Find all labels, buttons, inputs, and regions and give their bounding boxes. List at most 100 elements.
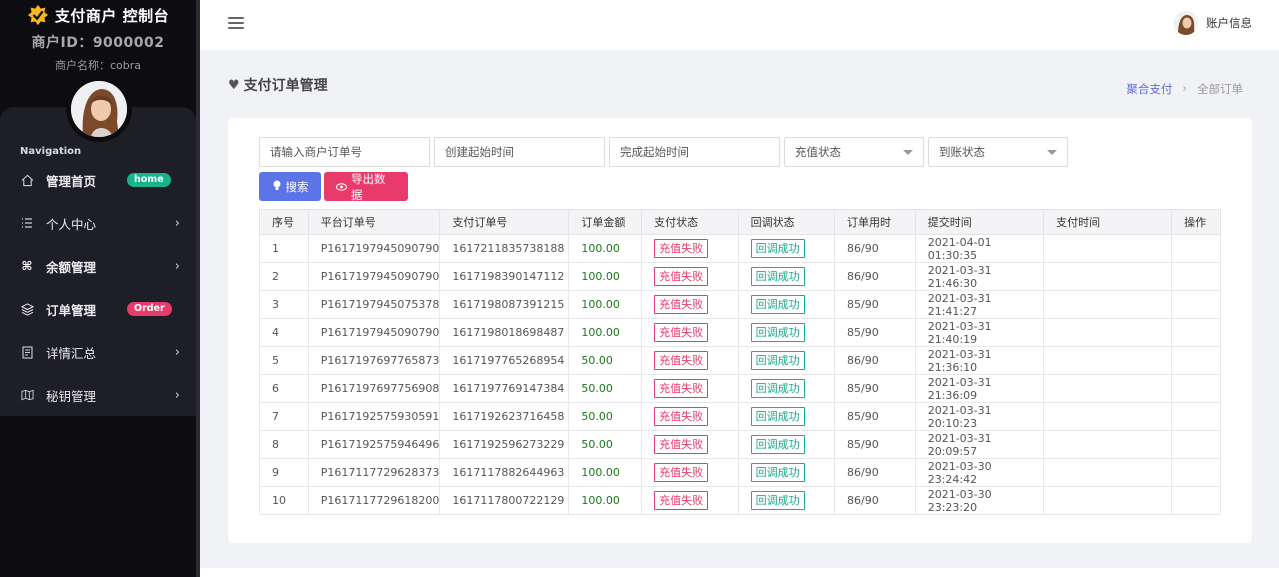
sidebar-item-orders[interactable]: 订单管理 Order xyxy=(0,289,196,329)
pay-time xyxy=(1043,290,1173,319)
breadcrumb-parent-link[interactable]: 聚合支付 xyxy=(1126,81,1172,97)
page-title: ♥ 支付订单管理 xyxy=(228,75,328,95)
actions-cell[interactable] xyxy=(1171,262,1221,291)
row-index: 2 xyxy=(259,262,309,291)
platform-order-no: P1617192575930591 xyxy=(307,402,441,431)
actions-cell[interactable] xyxy=(1171,234,1221,263)
platform-order-no: P1617197697756908 xyxy=(307,374,441,403)
avatar-portrait-icon xyxy=(1174,11,1198,35)
sidebar-avatar[interactable] xyxy=(66,76,132,142)
order-duration: 85/90 xyxy=(834,290,916,319)
account-menu[interactable]: 账户信息 xyxy=(1174,11,1252,35)
search-button-label: 搜索 xyxy=(285,179,309,194)
heart-icon: ♥ xyxy=(228,77,240,93)
row-index: 4 xyxy=(259,318,309,347)
order-amount: 50.00 xyxy=(568,430,643,459)
sidebar-item-label: 个人中心 xyxy=(46,216,97,232)
merchant-name: 商户名称：cobra xyxy=(54,59,142,72)
table-row[interactable]: 4 P1617197945090790 1617198018698487 100.00… xyxy=(259,318,1221,347)
payment-status: 充值失败 xyxy=(641,234,739,263)
callback-status: 回调成功 xyxy=(737,374,836,403)
table-header-row: 序号 平台订单号 支付订单号 订单金额 支付状态 回调状态 订单用时 提交时间 支付时间 操作 xyxy=(259,209,1221,235)
callback-status: 回调成功 xyxy=(737,402,836,431)
payment-status-badge: 充值失败 xyxy=(654,435,709,454)
actions-cell[interactable] xyxy=(1171,318,1221,347)
list-icon xyxy=(20,216,34,230)
submit-time: 2021-03-31 20:09:57 xyxy=(914,430,1045,459)
order-amount: 100.00 xyxy=(568,262,643,291)
actions-cell[interactable] xyxy=(1171,458,1221,487)
caret-down-icon xyxy=(903,149,913,155)
actions-cell[interactable] xyxy=(1171,486,1221,515)
order-duration: 85/90 xyxy=(834,374,916,403)
arrival-status-value: 到账状态 xyxy=(939,145,985,159)
table-row[interactable]: 5 P1617197697765873 1617197765268954 50.00 充… xyxy=(259,346,1221,375)
export-button[interactable]: 导出数据 xyxy=(324,171,408,202)
order-duration: 86/90 xyxy=(834,486,916,515)
actions-cell[interactable] xyxy=(1171,290,1221,319)
table-row[interactable]: 6 P1617197697756908 1617197769147384 50.00 充… xyxy=(259,374,1221,403)
filter-bar: 请输入商户订单号 创建起始时间 完成起始时间 充值状态 到账状态 xyxy=(259,137,1068,167)
footer xyxy=(200,568,1279,577)
table-row[interactable]: 3 P1617197945075378 1617198087391215 100.00… xyxy=(259,290,1221,319)
column-header: 序号 xyxy=(259,209,309,235)
payment-status: 充值失败 xyxy=(641,290,739,319)
callback-status: 回调成功 xyxy=(737,234,836,263)
actions-cell[interactable] xyxy=(1171,346,1221,375)
platform-order-no: P1617192575946496 xyxy=(307,430,441,459)
submit-time: 2021-03-31 21:41:27 xyxy=(914,290,1045,319)
search-button[interactable]: 搜索 xyxy=(259,172,321,201)
column-header: 订单用时 xyxy=(834,209,916,235)
create-start-time-input[interactable]: 创建起始时间 xyxy=(434,137,605,167)
avatar xyxy=(1174,11,1198,35)
payment-status: 充值失败 xyxy=(641,262,739,291)
sidebar-item-summary[interactable]: 详情汇总 › xyxy=(0,332,196,372)
table-row[interactable]: 9 P1617117729628373 1617117882644963 100.00… xyxy=(259,458,1221,487)
recharge-status-select[interactable]: 充值状态 xyxy=(784,137,924,167)
sidebar-item-dashboard[interactable]: 管理首页 home xyxy=(0,160,196,200)
order-amount: 50.00 xyxy=(568,402,643,431)
submit-time: 2021-03-30 23:24:42 xyxy=(914,458,1045,487)
order-amount: 100.00 xyxy=(568,458,643,487)
submit-time: 2021-03-31 21:40:19 xyxy=(914,318,1045,347)
payment-status-badge: 充值失败 xyxy=(654,351,709,370)
payment-status-badge: 充值失败 xyxy=(654,267,709,286)
pay-time xyxy=(1043,458,1173,487)
table-row[interactable]: 2 P1617197945090790 1617198390147112 100.00… xyxy=(259,262,1221,291)
sidebar-item-balance[interactable]: ⌘ 余额管理 › xyxy=(0,246,196,286)
export-button-label: 导出数据 xyxy=(351,171,386,202)
document-icon xyxy=(20,345,34,359)
arrival-status-select[interactable]: 到账状态 xyxy=(928,137,1068,167)
table-row[interactable]: 7 P1617192575930591 1617192623716458 50.00 充… xyxy=(259,402,1221,431)
table-row[interactable]: 8 P1617192575946496 1617192596273229 50.00 充… xyxy=(259,430,1221,459)
home-badge: home xyxy=(127,173,171,187)
order-amount: 100.00 xyxy=(568,318,643,347)
merchant-order-input[interactable]: 请输入商户订单号 xyxy=(259,137,430,167)
table-row[interactable]: 10 P1617117729618200 1617117800722129 100.0… xyxy=(259,486,1221,515)
menu-toggle-icon[interactable] xyxy=(228,17,244,31)
row-index: 3 xyxy=(259,290,309,319)
platform-order-no: P1617117729628373 xyxy=(307,458,441,487)
callback-status-badge: 回调成功 xyxy=(750,435,805,454)
brand-logo-icon xyxy=(27,4,48,26)
order-duration: 86/90 xyxy=(834,234,916,263)
payment-status: 充值失败 xyxy=(641,430,739,459)
sidebar-item-profile[interactable]: 个人中心 › xyxy=(0,203,196,243)
complete-start-time-input[interactable]: 完成起始时间 xyxy=(609,137,780,167)
callback-status-badge: 回调成功 xyxy=(750,295,805,314)
sidebar-item-keys[interactable]: 秘钥管理 › xyxy=(0,375,196,415)
order-duration: 85/90 xyxy=(834,402,916,431)
action-buttons: 搜索 导出数据 xyxy=(259,171,408,202)
breadcrumb-separator: › xyxy=(1182,81,1187,95)
order-amount: 50.00 xyxy=(568,346,643,375)
top-bar: 账户信息 xyxy=(200,0,1279,50)
actions-cell[interactable] xyxy=(1171,430,1221,459)
payment-status: 充值失败 xyxy=(641,402,739,431)
callback-status: 回调成功 xyxy=(737,486,836,515)
brand-title: 支付商户 控制台 xyxy=(54,6,170,25)
table-row[interactable]: 1 P1617197945090790 1617211835738188 100.00… xyxy=(259,234,1221,263)
payment-order-no: 1617192596273229 xyxy=(439,430,570,459)
actions-cell[interactable] xyxy=(1171,402,1221,431)
brand[interactable]: 支付商户 控制台 xyxy=(0,0,196,28)
actions-cell[interactable] xyxy=(1171,374,1221,403)
